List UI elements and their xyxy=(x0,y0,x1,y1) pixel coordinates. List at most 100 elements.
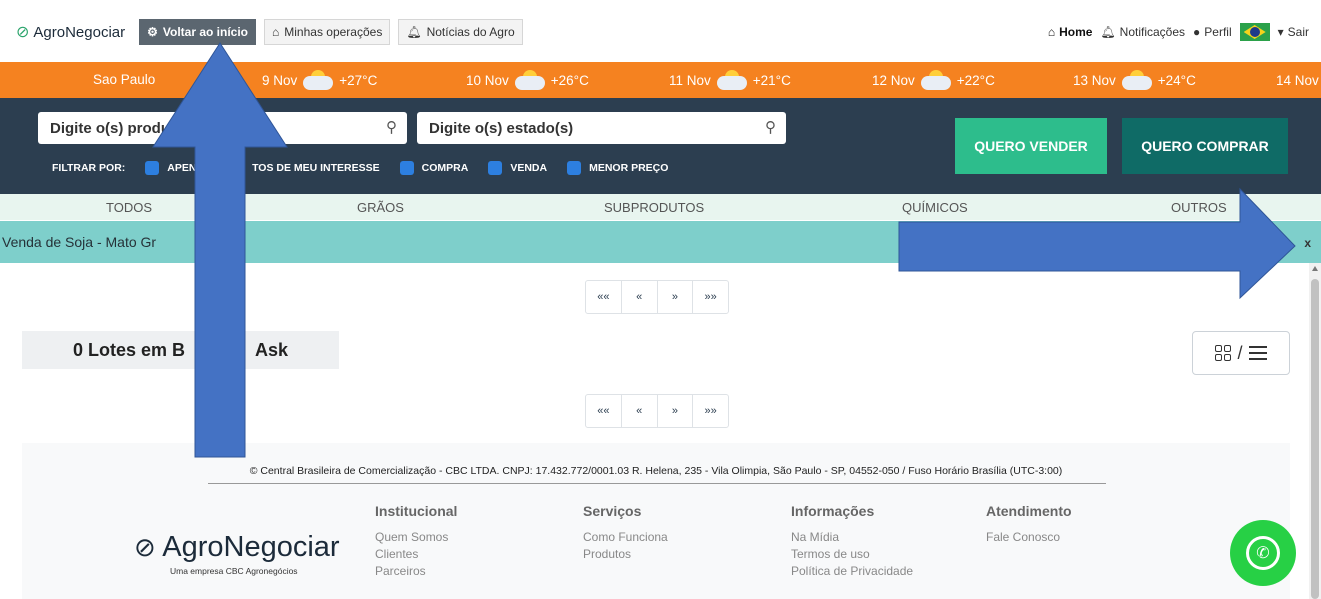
interest-checkbox[interactable] xyxy=(145,161,160,175)
weather-temp: +21°C xyxy=(752,72,791,88)
cloudy-sun-icon xyxy=(303,70,334,90)
footer-logo-text: AgroNegociar xyxy=(162,531,340,563)
buy-checkbox[interactable] xyxy=(399,161,414,175)
scroll-up-icon[interactable] xyxy=(1312,266,1318,271)
weather-date: 13 Nov xyxy=(1073,72,1116,88)
footer-column-title: Serviços xyxy=(583,503,642,519)
footer-column-title: Institucional xyxy=(375,503,458,519)
view-toggle[interactable]: / xyxy=(1192,331,1290,375)
notice-text[interactable]: Venda de Soja - Mato Gr xyxy=(2,234,156,250)
footer-link[interactable]: Como Funciona xyxy=(583,529,668,546)
footer: © Central Brasileira de Comercialização … xyxy=(22,443,1290,599)
logout-label: Sair xyxy=(1287,25,1309,39)
brand-name: AgroNegociar xyxy=(33,23,126,41)
weather-city: Sao Paulo xyxy=(93,72,156,87)
scrollbar-thumb[interactable] xyxy=(1311,279,1319,599)
interest-filter-label: APENA xyxy=(167,162,205,174)
weather-day: 11 Nov +21°C xyxy=(669,66,791,94)
cloudy-sun-icon xyxy=(1121,70,1152,90)
want-to-sell-button[interactable]: QUERO VENDER xyxy=(955,118,1107,174)
my-operations-button[interactable]: ⌂ Minhas operações xyxy=(264,19,391,45)
footer-column-atendimento: Atendimento Fale Conosco xyxy=(986,503,1072,546)
next-page-button[interactable]: » xyxy=(658,395,694,427)
bell-icon: 🔔︎ xyxy=(406,25,422,39)
footer-link[interactable]: Clientes xyxy=(375,546,457,563)
weather-day: 10 Nov +26°C xyxy=(466,66,589,94)
notifications-link[interactable]: 🔔︎ Notificações xyxy=(1100,25,1185,39)
user-icon: ● xyxy=(1193,25,1201,39)
leaf-logo-icon: ⊘ xyxy=(134,532,156,562)
weather-date: 14 Nov xyxy=(1276,72,1319,88)
footer-link[interactable]: Parceiros xyxy=(375,563,457,580)
category-tabs: TODOS GRÃOS SUBPRODUTOS QUÍMICOS OUTROS xyxy=(0,194,1321,220)
weather-temp: +24°C xyxy=(1157,72,1196,88)
next-page-button[interactable]: » xyxy=(658,281,694,313)
last-page-button[interactable]: »» xyxy=(693,395,728,427)
bell-icon: 🔔︎ xyxy=(1100,25,1116,39)
footer-link[interactable]: Produtos xyxy=(583,546,668,563)
whatsapp-button[interactable]: ✆ xyxy=(1230,520,1296,586)
vertical-scrollbar[interactable] xyxy=(1309,263,1321,599)
weather-date: 9 Nov xyxy=(262,72,298,88)
notice-bar: Venda de Soja - Mato Gr x xyxy=(0,221,1321,263)
home-link[interactable]: ⌂ Home xyxy=(1048,25,1093,39)
my-operations-label: Minhas operações xyxy=(284,25,383,39)
footer-link[interactable]: Política de Privacidade xyxy=(791,563,913,580)
tab-graos[interactable]: GRÃOS xyxy=(357,200,404,215)
lots-count-text: 0 Lotes em B xyxy=(72,339,185,360)
interest-filter-label-rest: TOS DE MEU INTERESSE xyxy=(252,162,380,174)
notice-close-button[interactable]: x xyxy=(1304,236,1311,250)
prev-page-button[interactable]: « xyxy=(622,395,658,427)
weather-day: 13 Nov +24°C xyxy=(1073,66,1196,94)
notifications-label: Notificações xyxy=(1119,25,1186,39)
want-to-buy-button[interactable]: QUERO COMPRAR xyxy=(1122,118,1288,174)
tab-todos[interactable]: TODOS xyxy=(106,200,152,215)
back-to-home-button[interactable]: ⚙ Voltar ao início xyxy=(139,19,257,45)
sell-checkbox[interactable] xyxy=(488,161,503,175)
footer-link[interactable]: Na Mídia xyxy=(791,529,913,546)
lots-count-box: 0 Lotes em B Ask xyxy=(22,331,339,369)
copyright-text: © Central Brasileira de Comercialização … xyxy=(249,465,1063,477)
sell-filter-label: VENDA xyxy=(510,162,548,174)
agro-news-button[interactable]: 🔔︎ Notícias do Agro xyxy=(398,19,523,45)
list-view-icon[interactable] xyxy=(1248,346,1267,360)
weather-bar: Sao Paulo 9 Nov +27°C 10 Nov +26°C 11 No… xyxy=(0,62,1321,98)
product-search-placeholder: Digite o(s) produto( xyxy=(50,119,190,137)
pagination-top: «« « » »» xyxy=(585,280,729,314)
search-icon[interactable]: ⚲ xyxy=(765,118,776,136)
filter-row: FILTRAR POR: APENA TOS DE MEU INTERESSE … xyxy=(52,160,668,176)
top-navbar: ⊘ AgroNegociar ⚙ Voltar ao início ⌂ Minh… xyxy=(0,12,1321,52)
agro-news-label: Notícias do Agro xyxy=(426,25,515,39)
prev-page-button[interactable]: « xyxy=(622,281,658,313)
cloudy-sun-icon xyxy=(514,70,545,90)
product-search-input[interactable]: Digite o(s) produto( ⚲ xyxy=(38,112,407,144)
last-page-button[interactable]: »» xyxy=(693,281,728,313)
lowest-price-checkbox[interactable] xyxy=(567,161,582,175)
state-search-input[interactable]: Digite o(s) estado(s) ⚲ xyxy=(417,112,786,144)
grid-view-icon[interactable] xyxy=(1215,345,1232,361)
first-page-button[interactable]: «« xyxy=(586,281,622,313)
footer-link[interactable]: Quem Somos xyxy=(375,529,457,546)
brazil-flag-icon[interactable] xyxy=(1239,23,1270,41)
house-icon: ⌂ xyxy=(1047,25,1056,39)
footer-link[interactable]: Termos de uso xyxy=(791,546,913,563)
logout-link[interactable]: ▾ Sair xyxy=(1278,25,1309,39)
tab-quimicos[interactable]: QUÍMICOS xyxy=(902,200,968,215)
tab-subprodutos[interactable]: SUBPRODUTOS xyxy=(604,200,704,215)
tab-outros[interactable]: OUTROS xyxy=(1171,200,1227,215)
search-icon[interactable]: ⚲ xyxy=(386,118,397,136)
footer-logo[interactable]: ⊘ AgroNegociar xyxy=(134,531,340,564)
buy-filter-label: COMPRA xyxy=(421,162,469,174)
gear-icon: ⚙ xyxy=(147,25,158,39)
filter-label: FILTRAR POR: xyxy=(52,162,126,174)
caret-down-icon: ▾ xyxy=(1277,25,1284,39)
page: ⊘ AgroNegociar ⚙ Voltar ao início ⌂ Minh… xyxy=(0,0,1321,599)
bank-icon: ⌂ xyxy=(272,25,280,39)
brand-logo[interactable]: ⊘ AgroNegociar xyxy=(16,22,125,42)
lowest-price-filter-label: MENOR PREÇO xyxy=(589,162,669,174)
pagination-bottom: «« « » »» xyxy=(585,394,729,428)
first-page-button[interactable]: «« xyxy=(586,395,622,427)
profile-link[interactable]: ● Perfil xyxy=(1193,25,1232,39)
footer-link[interactable]: Fale Conosco xyxy=(986,529,1072,546)
leaf-logo-icon: ⊘ xyxy=(16,24,30,41)
